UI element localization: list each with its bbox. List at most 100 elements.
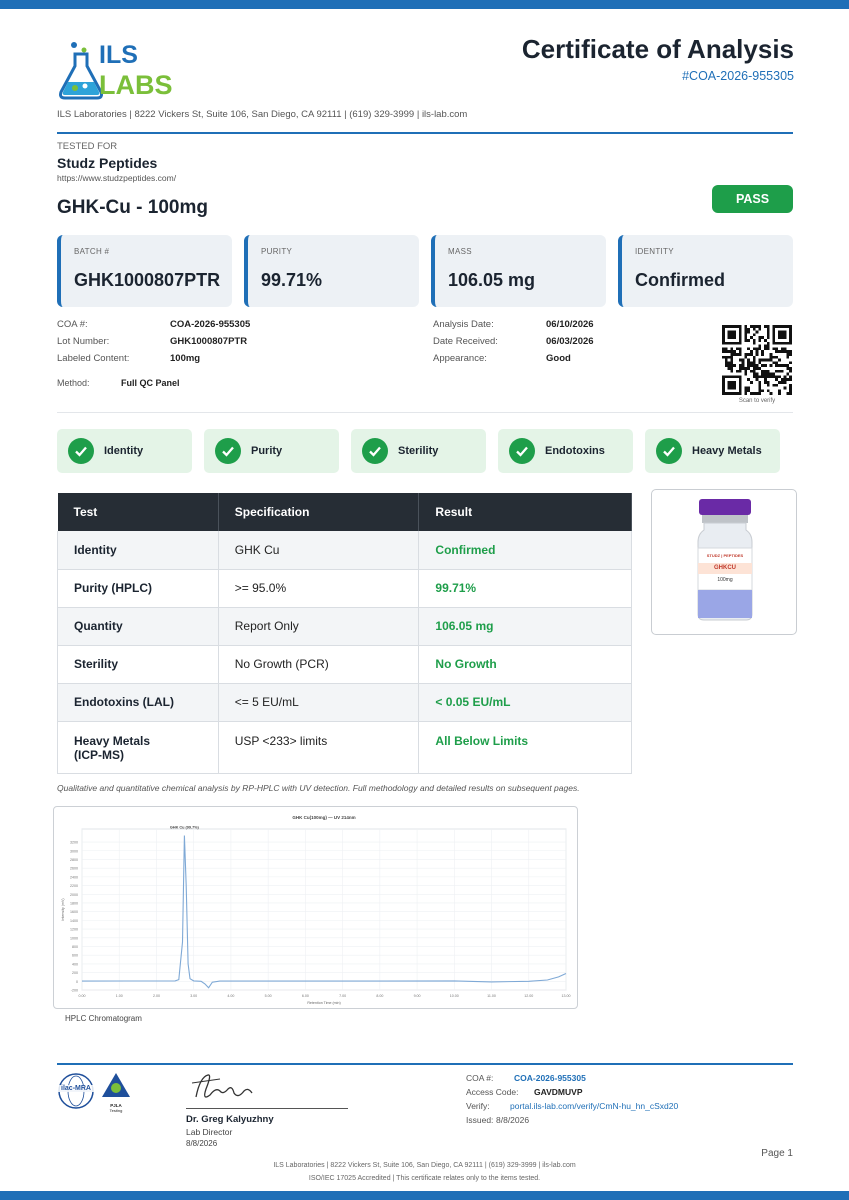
- test-cell: Heavy Metals (ICP-MS): [57, 721, 219, 774]
- y-tick-label: 3200: [70, 841, 78, 845]
- table-row: Sterility No Growth (PCR) No Growth: [57, 645, 632, 684]
- verify-link[interactable]: portal.ils-lab.com/verify/CmN-hu_hn_cSxd…: [510, 1101, 678, 1111]
- x-tick-label: 6.00: [302, 994, 309, 998]
- y-tick-label: 1200: [70, 928, 78, 932]
- test-cell: Endotoxins (LAL): [57, 683, 219, 722]
- y-axis-label: Intensity (mV): [61, 898, 65, 920]
- page-title: Certificate of Analysis: [521, 34, 794, 64]
- y-tick-label: 3000: [70, 849, 78, 853]
- client-url[interactable]: https://www.studzpeptides.com/: [57, 173, 176, 183]
- y-tick-label: 1400: [70, 919, 78, 923]
- test-cell: Purity (HPLC): [57, 569, 219, 608]
- check-icon: [509, 438, 535, 464]
- chart-title: GHK Cu(100mg) — UV 214nm: [292, 815, 355, 820]
- y-tick-label: 2600: [70, 867, 78, 871]
- x-tick-label: 1.00: [116, 994, 123, 998]
- signatory-role: Lab Director: [186, 1127, 233, 1137]
- spec-cell: No Growth (PCR): [218, 645, 420, 684]
- header-divider: [57, 132, 793, 134]
- info-key: COA #:: [466, 1073, 494, 1083]
- methodology-note: Qualitative and quantitative chemical an…: [57, 783, 580, 793]
- x-tick-label: 10.00: [450, 994, 459, 998]
- check-label: Purity: [251, 445, 283, 457]
- result-cell: < 0.05 EU/mL: [418, 683, 632, 722]
- coa-number: #COA-2026-955305: [682, 69, 794, 83]
- x-axis-label: Retention Time (min): [307, 1001, 340, 1005]
- vial-dose: 100mg: [717, 577, 733, 583]
- meta-key: Labeled Content:: [57, 353, 130, 364]
- test-cell: Identity: [57, 531, 219, 570]
- y-tick-label: 1800: [70, 901, 78, 905]
- check-label: Sterility: [398, 445, 439, 457]
- col-test: Test: [57, 493, 219, 531]
- result-cell: 99.71%: [418, 569, 632, 608]
- result-cell: No Growth: [418, 645, 632, 684]
- product-name: GHK-Cu - 100mg: [57, 197, 208, 218]
- chart-caption: HPLC Chromatogram: [65, 1014, 142, 1023]
- x-tick-label: 2.00: [153, 994, 160, 998]
- y-tick-label: 2000: [70, 893, 78, 897]
- y-tick-label: 200: [72, 971, 78, 975]
- spec-cell: >= 95.0%: [218, 569, 420, 608]
- x-tick-label: 3.00: [190, 994, 197, 998]
- signature-date: 8/8/2026: [186, 1139, 218, 1148]
- x-tick-label: 12.00: [524, 994, 533, 998]
- vial-name: GHKCU: [714, 565, 736, 571]
- result-cell: All Below Limits: [418, 721, 632, 774]
- check-icon: [68, 438, 94, 464]
- y-tick-label: 600: [72, 954, 78, 958]
- vial-image: [697, 499, 753, 621]
- meta-value: 06/10/2026: [546, 319, 594, 330]
- y-tick-label: 2400: [70, 875, 78, 879]
- ilac-mra-logo: ilac-MRA: [56, 1073, 96, 1114]
- purity-label: PURITY: [261, 247, 293, 256]
- purity-card: PURITY 99.71%: [244, 235, 419, 307]
- info-key: Verify:: [466, 1101, 490, 1111]
- spec-cell: Report Only: [218, 607, 420, 646]
- section-divider: [57, 412, 793, 413]
- lab-address: ILS Laboratories | 8222 Vickers St, Suit…: [57, 109, 468, 120]
- issued-date: 8/8/2026: [496, 1115, 530, 1125]
- y-tick-label: 800: [72, 945, 78, 949]
- mass-value: 106.05 mg: [448, 270, 536, 290]
- batch-label: BATCH #: [74, 247, 110, 256]
- method-value: Full QC Panel: [121, 378, 180, 388]
- meta-value: GHK1000807PTR: [170, 336, 248, 347]
- signatory-name: Dr. Greg Kalyuzhny: [186, 1114, 274, 1125]
- table-row: Endotoxins (LAL) <= 5 EU/mL < 0.05 EU/mL: [57, 683, 632, 722]
- footer-accreditation: ISO/IEC 17025 Accredited | This certific…: [308, 1175, 541, 1182]
- x-tick-label: 9.00: [414, 994, 421, 998]
- qr-code[interactable]: [722, 325, 792, 395]
- info-key: Issued:: [466, 1115, 494, 1125]
- x-tick-label: 5.00: [265, 994, 272, 998]
- client-name: Studz Peptides: [57, 155, 158, 171]
- batch-card: BATCH # GHK1000807PTR: [57, 235, 232, 307]
- ilac-text: ilac-MRA: [56, 1085, 96, 1092]
- y-tick-label: 0: [76, 980, 78, 984]
- table-row: Purity (HPLC) >= 95.0% 99.71%: [57, 569, 632, 608]
- pass-badge: PASS: [712, 185, 793, 213]
- ils-labs-logo: ILS LABS: [57, 40, 182, 102]
- x-tick-label: 7.00: [339, 994, 346, 998]
- purity-value: 99.71%: [261, 270, 323, 290]
- check-icon: [362, 438, 388, 464]
- y-tick-label: 1600: [70, 910, 78, 914]
- qr-caption: Scan to verify: [738, 398, 776, 404]
- table-header: Test Specification Result: [57, 493, 632, 531]
- y-tick-label: 2800: [70, 858, 78, 862]
- y-tick-label: -200: [71, 989, 78, 993]
- check-label: Identity: [104, 445, 144, 457]
- x-tick-label: 13.00: [562, 994, 571, 998]
- bottom-accent-bar: [0, 1191, 849, 1200]
- check-label: Endotoxins: [545, 445, 605, 457]
- meta-key: COA #:: [57, 319, 88, 330]
- meta-value: Good: [546, 353, 571, 364]
- result-cell: 106.05 mg: [418, 607, 632, 646]
- mass-label: MASS: [448, 247, 472, 256]
- peak-label: GHK Cu (99.7%): [170, 826, 200, 830]
- x-tick-label: 8.00: [376, 994, 383, 998]
- info-key: Access Code:: [466, 1087, 519, 1097]
- vial-brand: STUDZ | PEPTIDES: [706, 553, 744, 558]
- top-accent-bar: [0, 0, 849, 9]
- meta-value: COA-2026-955305: [170, 319, 251, 330]
